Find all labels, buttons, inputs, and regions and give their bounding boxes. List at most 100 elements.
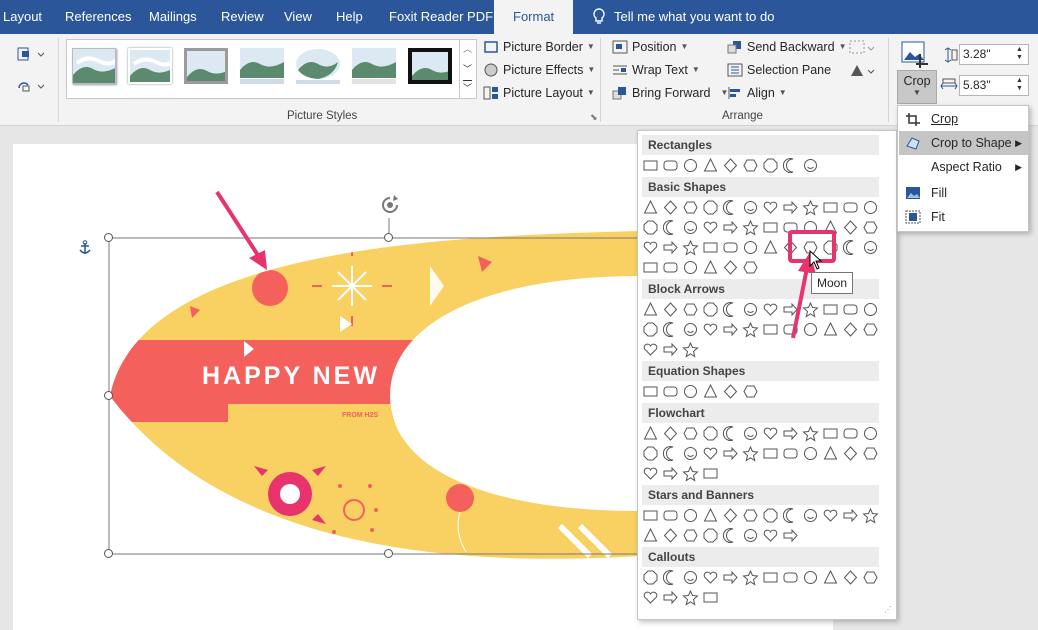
shape-thumbnail-moon[interactable]: [662, 219, 679, 236]
shape-thumbnail-rect[interactable]: [822, 425, 839, 442]
shape-thumbnail-circ[interactable]: [802, 569, 819, 586]
shape-thumbnail-round[interactable]: [782, 569, 799, 586]
shape-thumbnail-rect[interactable]: [702, 465, 719, 482]
shape-thumbnail-rect[interactable]: [762, 569, 779, 586]
shape-thumbnail-rect[interactable]: [642, 157, 659, 174]
group-icon[interactable]: [849, 40, 875, 56]
shape-thumbnail-rect[interactable]: [702, 239, 719, 256]
shape-thumbnail-hex[interactable]: [742, 157, 759, 174]
wrap-text-button[interactable]: Wrap Text ▼: [612, 59, 700, 81]
tab-help[interactable]: Help: [328, 0, 371, 34]
shape-thumbnail-heart[interactable]: [642, 465, 659, 482]
shape-thumbnail-tri[interactable]: [642, 527, 659, 544]
shape-thumbnail-hex[interactable]: [682, 301, 699, 318]
shape-thumbnail-oct[interactable]: [642, 219, 659, 236]
shape-thumbnail-round[interactable]: [662, 157, 679, 174]
bring-forward-button[interactable]: Bring Forward ▼: [612, 82, 728, 104]
shape-thumbnail-arrow[interactable]: [662, 239, 679, 256]
shape-thumbnail-smile[interactable]: [802, 157, 819, 174]
shape-thumbnail-round[interactable]: [782, 445, 799, 462]
shape-thumbnail-oct[interactable]: [702, 199, 719, 216]
shape-thumbnail-hex[interactable]: [682, 199, 699, 216]
shape-thumbnail-dia[interactable]: [662, 301, 679, 318]
shape-thumbnail-dia[interactable]: [722, 259, 739, 276]
scroll-down-icon[interactable]: ﹀: [463, 62, 472, 75]
shape-thumbnail-heart[interactable]: [762, 301, 779, 318]
resize-handle-left[interactable]: [104, 391, 113, 400]
shape-thumbnail-round[interactable]: [662, 259, 679, 276]
shape-thumbnail-smile[interactable]: [742, 527, 759, 544]
resize-handle-top[interactable]: [384, 233, 393, 242]
shape-thumbnail-tri[interactable]: [642, 425, 659, 442]
shape-thumbnail-rect[interactable]: [642, 507, 659, 524]
shape-thumbnail-smile[interactable]: [742, 301, 759, 318]
shape-thumbnail-oct[interactable]: [762, 507, 779, 524]
shape-thumbnail-circ[interactable]: [682, 157, 699, 174]
shape-thumbnail-moon[interactable]: [722, 301, 739, 318]
shape-thumbnail-heart[interactable]: [702, 219, 719, 236]
shape-thumbnail-arrow[interactable]: [662, 341, 679, 358]
shape-thumbnail-oct[interactable]: [702, 425, 719, 442]
shape-thumbnail-star[interactable]: [742, 321, 759, 338]
shape-thumbnail-arrow[interactable]: [782, 425, 799, 442]
shape-thumbnail-hex[interactable]: [742, 507, 759, 524]
shape-thumbnail-circ[interactable]: [802, 445, 819, 462]
shape-thumbnail-tri[interactable]: [702, 259, 719, 276]
shape-thumbnail-heart[interactable]: [642, 341, 659, 358]
shape-thumbnail-oct[interactable]: [642, 321, 659, 338]
shape-thumbnail-circ[interactable]: [742, 239, 759, 256]
shape-thumbnail-dia[interactable]: [722, 507, 739, 524]
align-button[interactable]: Align ▼: [727, 82, 787, 104]
shape-thumbnail-star[interactable]: [742, 445, 759, 462]
shape-thumbnail-oct[interactable]: [642, 445, 659, 462]
dialog-launcher-icon[interactable]: ⬊: [590, 112, 598, 123]
resize-handle-top-left[interactable]: [104, 233, 113, 242]
shape-thumbnail-moon[interactable]: [722, 425, 739, 442]
shape-thumbnail-moon[interactable]: [662, 569, 679, 586]
shape-thumbnail-tri[interactable]: [822, 321, 839, 338]
shape-thumbnail-star[interactable]: [802, 425, 819, 442]
shape-thumbnail-circ[interactable]: [682, 383, 699, 400]
menu-item-fill[interactable]: Fill: [899, 181, 1028, 205]
shape-thumbnail-oct[interactable]: [642, 569, 659, 586]
shape-thumbnail-arrow[interactable]: [662, 465, 679, 482]
menu-item-crop-to-shape[interactable]: Crop to Shape ▶: [899, 131, 1028, 155]
shape-thumbnail-star[interactable]: [682, 341, 699, 358]
tab-layout[interactable]: Layout: [0, 0, 50, 34]
position-button[interactable]: Position ▼: [612, 36, 688, 58]
shape-thumbnail-tri[interactable]: [642, 301, 659, 318]
picture-style-5[interactable]: [296, 48, 340, 84]
shape-thumbnail-dia[interactable]: [842, 219, 859, 236]
shape-thumbnail-hex[interactable]: [682, 527, 699, 544]
shape-thumbnail-arrow[interactable]: [722, 321, 739, 338]
shape-thumbnail-moon[interactable]: [662, 445, 679, 462]
rotate-icon[interactable]: [849, 63, 875, 79]
shape-thumbnail-round[interactable]: [842, 301, 859, 318]
shape-thumbnail-arrow[interactable]: [722, 445, 739, 462]
width-spinner[interactable]: ▲ ▼: [1016, 77, 1023, 93]
shape-thumbnail-smile[interactable]: [682, 219, 699, 236]
shape-thumbnail-smile[interactable]: [682, 569, 699, 586]
shape-thumbnail-tri[interactable]: [702, 383, 719, 400]
shape-thumbnail-star[interactable]: [682, 239, 699, 256]
send-backward-button[interactable]: Send Backward ▼: [727, 36, 846, 58]
shape-thumbnail-oct[interactable]: [702, 301, 719, 318]
shape-thumbnail-round[interactable]: [842, 199, 859, 216]
picture-style-4[interactable]: [240, 48, 284, 84]
shape-thumbnail-arrow[interactable]: [782, 527, 799, 544]
shape-thumbnail-dia[interactable]: [662, 425, 679, 442]
shape-thumbnail-dia[interactable]: [842, 569, 859, 586]
shape-thumbnail-heart[interactable]: [702, 445, 719, 462]
rotate-handle-icon[interactable]: [378, 194, 402, 216]
shape-thumbnail-rect[interactable]: [642, 259, 659, 276]
shape-thumbnail-heart[interactable]: [822, 507, 839, 524]
menu-item-crop[interactable]: Crop: [899, 107, 1028, 131]
tab-references[interactable]: References: [57, 0, 139, 34]
shape-thumbnail-circ[interactable]: [682, 507, 699, 524]
shape-thumbnail-circ[interactable]: [862, 199, 879, 216]
shape-thumbnail-arrow[interactable]: [722, 569, 739, 586]
shape-thumbnail-hex[interactable]: [742, 383, 759, 400]
shape-thumbnail-tri[interactable]: [822, 445, 839, 462]
shape-thumbnail-hex[interactable]: [862, 219, 879, 236]
menu-item-fit[interactable]: Fit: [899, 205, 1028, 229]
